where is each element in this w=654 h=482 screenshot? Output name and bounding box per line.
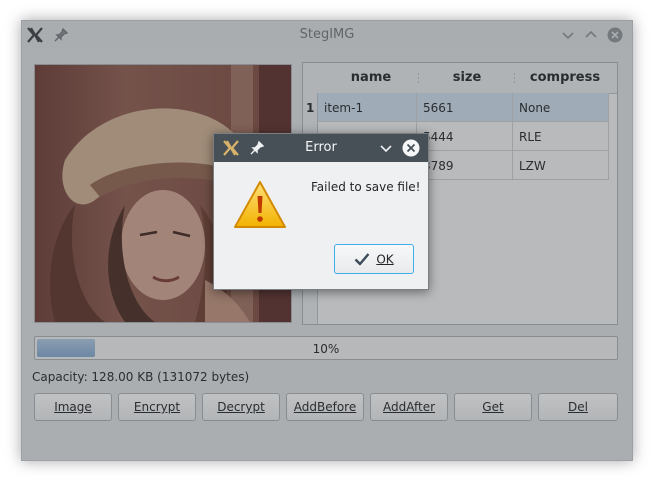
table-cell-size[interactable]: 5661	[417, 93, 513, 122]
table-cell-compress[interactable]: LZW	[513, 151, 609, 180]
minimize-icon[interactable]	[378, 140, 394, 156]
column-resize-handle[interactable]: · · ·	[417, 71, 420, 88]
table-header: name · · · size · · · compress	[303, 63, 617, 94]
add-after-button[interactable]: AddAfter	[370, 393, 448, 421]
error-dialog: Error Failed to save file! OK	[213, 133, 429, 290]
column-header-compress[interactable]: compress	[515, 70, 615, 85]
ok-button-label: OK	[376, 252, 394, 267]
window-titlebar: StegIMG	[22, 21, 632, 49]
action-button-row: Image Encrypt Decrypt AddBefore AddAfter…	[34, 393, 618, 423]
close-icon[interactable]	[402, 139, 420, 157]
progress-text: 10%	[312, 342, 340, 356]
decrypt-button[interactable]: Decrypt	[202, 393, 280, 421]
delete-button[interactable]: Del	[538, 393, 618, 421]
warning-icon	[232, 179, 288, 231]
add-before-button[interactable]: AddBefore	[286, 393, 364, 421]
ok-button[interactable]: OK	[334, 244, 414, 274]
window-title: StegIMG	[299, 27, 355, 42]
table-cell-name[interactable]: item-1	[318, 93, 417, 122]
encrypt-button[interactable]: Encrypt	[118, 393, 196, 421]
row-number[interactable]: 1	[306, 101, 314, 115]
column-header-name[interactable]: name	[321, 70, 421, 85]
table-cell-compress[interactable]: None	[513, 93, 609, 122]
close-icon[interactable]	[607, 27, 623, 43]
table-cell-compress[interactable]: RLE	[513, 122, 609, 151]
maximize-icon[interactable]	[583, 27, 599, 43]
dialog-message: Failed to save file!	[311, 180, 421, 194]
image-button[interactable]: Image	[34, 393, 112, 421]
capacity-progress-bar: 10%	[34, 336, 618, 360]
capacity-label: Capacity: 128.00 KB (131072 bytes)	[32, 370, 250, 384]
table-cell-size[interactable]: 5444	[417, 122, 513, 151]
table-cell-size[interactable]: 3789	[417, 151, 513, 180]
column-header-size[interactable]: size	[421, 70, 513, 85]
dialog-titlebar: Error	[214, 134, 428, 162]
checkmark-icon	[354, 252, 370, 266]
minimize-icon[interactable]	[560, 27, 576, 43]
dialog-title: Error	[305, 140, 337, 155]
get-button[interactable]: Get	[454, 393, 532, 421]
